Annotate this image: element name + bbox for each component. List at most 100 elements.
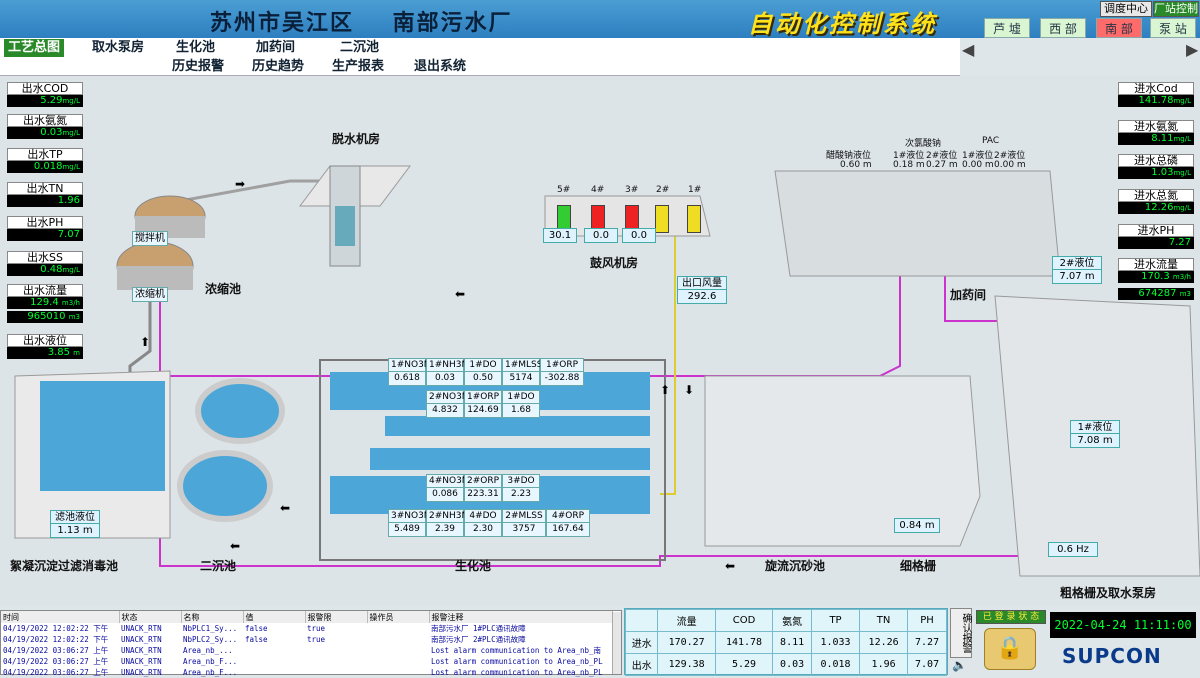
alarm-col-state[interactable]: 状态 [119, 611, 182, 623]
nav-trend-history[interactable]: 历史趋势 [248, 58, 308, 76]
blower-caption: 鼓风机房 [590, 256, 639, 270]
nav-bio-tank[interactable]: 生化池 [172, 39, 219, 57]
alarm-cell: 04/19/2022 03:06:27 上午 [3, 668, 109, 677]
level-2-value: 7.07 m [1052, 269, 1102, 284]
outlet-flow-label: 出水流量 [7, 284, 83, 297]
mixer-tag[interactable]: 搅拌机 [132, 231, 168, 246]
quality-cell: 8.11 [772, 631, 812, 654]
blower-2-unit[interactable] [655, 205, 669, 233]
alarm-cell: Area_nb_... [183, 646, 233, 655]
quality-header: PH [907, 609, 947, 632]
alarm-cell [243, 667, 305, 678]
svg-text:⬆: ⬆ [140, 335, 150, 349]
alarm-cell: 04/19/2022 12:02:22 下午 [3, 624, 109, 633]
supcon-logo: SUPCON [1062, 644, 1162, 668]
quality-cell: 5.29 [714, 653, 774, 676]
prev-arrow-icon[interactable]: ◀ [962, 40, 974, 59]
nav-exit-system[interactable]: 退出系统 [410, 58, 470, 76]
outlet-level-label: 出水液位 [7, 334, 83, 347]
nav-intake-pump[interactable]: 取水泵房 [88, 39, 148, 57]
login-status-badge: 已 登 录 状 态 [976, 610, 1046, 624]
quality-cell: 7.27 [907, 631, 947, 654]
quality-header: TN [859, 609, 909, 632]
clock-display: 2022-04-24 11:11:00 [1050, 612, 1196, 638]
area-luxu-button[interactable]: 芦 墟 [984, 18, 1030, 38]
area-pump-station-button[interactable]: 泵 站 [1150, 18, 1196, 38]
quality-cell: 0.03 [772, 653, 812, 676]
speaker-icon[interactable]: 🔈 [952, 658, 967, 672]
lock-icon[interactable]: 🔒 [984, 628, 1036, 670]
dispatch-center-button[interactable]: 调度中心 [1100, 1, 1152, 17]
alarm-col-limit[interactable]: 报警限 [305, 611, 368, 623]
alarm-cell: 04/19/2022 03:06:27 上午 [3, 657, 109, 666]
nav-alarm-history[interactable]: 历史报警 [168, 58, 228, 76]
concentrator-tag[interactable]: 浓缩机 [132, 287, 168, 302]
blower-4-label: 4# [591, 185, 605, 195]
inlet-ph-value: 7.27 [1118, 237, 1194, 249]
outlet-tp-value: 0.018mg/L [7, 161, 83, 173]
alarm-cell: true [307, 624, 326, 633]
thickener-caption: 浓缩池 [205, 282, 242, 296]
alarm-cell: Lost alarm communication to Area_nb_南 [431, 646, 602, 655]
area-xibu-button[interactable]: 西 部 [1040, 18, 1086, 38]
alarm-cell [305, 645, 367, 656]
alarm-list[interactable]: 时间 状态 名称 值 报警限 操作员 报警注释 04/19/2022 12:02… [0, 610, 622, 678]
nav-secondary-clarifier[interactable]: 二沉池 [336, 39, 383, 57]
outlet-ss-label: 出水SS [7, 251, 83, 264]
bio-mid-v1: 124.69 [464, 403, 502, 418]
bio-bottom-v0: 5.489 [388, 522, 426, 537]
alarm-cell: NbPLC2_Sy... [183, 635, 238, 644]
alarm-col-time[interactable]: 时间 [1, 611, 120, 623]
alarm-cell: 04/19/2022 12:02:22 下午 [3, 635, 109, 644]
inlet-nh3-label: 进水氨氮 [1118, 120, 1194, 133]
outlet-cod-label: 出水COD [7, 82, 83, 95]
alarm-scrollbar[interactable] [612, 612, 621, 674]
bio-bottom-values: 5.489 2.39 2.30 3757 167.64 [388, 522, 590, 537]
plant-control-button[interactable]: 厂站控制 [1153, 1, 1199, 17]
nav-production-report[interactable]: 生产报表 [328, 58, 388, 76]
hypochlorite-2-value: 0.27 m [926, 160, 958, 170]
nav-process-overview[interactable]: 工艺总图 [4, 39, 65, 57]
inlet-flow-label: 进水流量 [1118, 258, 1194, 271]
bio-mid-v0: 4.832 [426, 403, 464, 418]
dosing-caption: 加药间 [950, 288, 987, 302]
bio-top-v2: 0.50 [464, 371, 502, 386]
alarm-col-operator[interactable]: 操作员 [367, 611, 430, 623]
coagulation-caption: 絮凝沉淀过滤消毒池 [10, 559, 119, 573]
blower-1-unit[interactable] [687, 205, 701, 233]
bio-mid2-v0: 0.086 [426, 487, 464, 502]
next-arrow-icon[interactable]: ▶ [1186, 40, 1198, 59]
alarm-cell: 04/19/2022 03:06:27 上午 [3, 646, 109, 655]
alarm-cell: UNACK_RTN [121, 635, 162, 644]
inlet-tn-label: 进水总氮 [1118, 189, 1194, 202]
level-1-value: 7.08 m [1070, 433, 1120, 448]
bio-mid-v2: 1.68 [502, 403, 540, 418]
quality-cell: 12.26 [859, 631, 909, 654]
nav-dosing[interactable]: 加药间 [252, 39, 299, 57]
inlet-total-flow-value: 674287 m3 [1118, 288, 1194, 300]
alarm-row[interactable]: 04/19/2022 03:06:27 上午 UNACK_RTN Area_nb… [1, 667, 613, 678]
bio-top-v1: 0.03 [426, 371, 464, 386]
outlet-tn-value: 1.96 [7, 195, 83, 207]
alarm-col-comment[interactable]: 报警注释 [429, 611, 613, 623]
quality-summary: 流量 COD 氨氮 TP TN PH 进水 170.27 141.78 8.11… [624, 608, 948, 676]
alarm-row[interactable]: 04/19/2022 03:06:27 上午 UNACK_RTN Area_nb… [1, 645, 613, 656]
outlet-ss-value: 0.48mg/L [7, 264, 83, 276]
quality-row-label: 进水 [624, 631, 659, 654]
alarm-cell [305, 656, 367, 667]
alarm-cell: NbPLC1_Sy... [183, 624, 238, 633]
alarm-row[interactable]: 04/19/2022 03:06:27 上午 UNACK_RTN Area_nb… [1, 656, 613, 667]
outlet-ph-label: 出水PH [7, 216, 83, 229]
alarm-col-value[interactable]: 值 [243, 611, 306, 623]
area-nanbu-button[interactable]: 南 部 [1096, 18, 1142, 38]
blower-5-label: 5# [557, 185, 571, 195]
bio-tank-caption: 生化池 [455, 559, 492, 573]
blower-3-value: 0.0 [622, 228, 656, 243]
alarm-col-name[interactable]: 名称 [181, 611, 244, 623]
bio-bottom-v3: 3757 [502, 522, 546, 537]
acknowledge-alarm-button[interactable]: 确认报警 [950, 608, 972, 658]
alarm-cell [367, 634, 429, 645]
svg-text:⬅: ⬅ [280, 501, 290, 515]
alarm-row[interactable]: 04/19/2022 12:02:22 下午 UNACK_RTN NbPLC1_… [1, 623, 613, 634]
alarm-row[interactable]: 04/19/2022 12:02:22 下午 UNACK_RTN NbPLC2_… [1, 634, 613, 645]
